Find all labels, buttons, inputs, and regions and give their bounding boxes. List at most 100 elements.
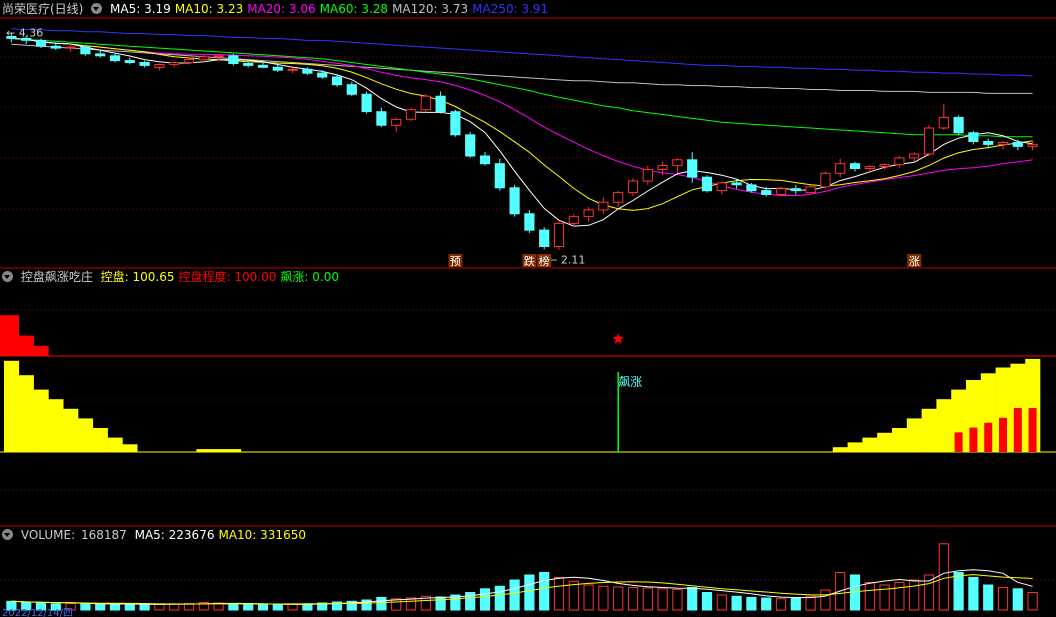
indicator-title: 控盘飙涨吃庄 bbox=[20, 270, 93, 284]
candle-body-5 bbox=[80, 46, 91, 55]
candle-body-32 bbox=[479, 155, 491, 165]
indicator-panel-header: 控盘飙涨吃庄 控盘: 100.65 控盘程度: 100.00 飙涨: 0.00 bbox=[2, 269, 347, 285]
red-signal-bar-68 bbox=[1013, 408, 1022, 452]
volume-bar-27 bbox=[405, 597, 417, 611]
volume-bar-7 bbox=[109, 603, 121, 611]
red-signal-bar-66 bbox=[984, 422, 993, 452]
volume-bar-51 bbox=[761, 597, 772, 611]
candle-body-69 bbox=[1027, 143, 1038, 147]
volume-bar-32 bbox=[479, 588, 491, 611]
marker-text-3: 涨 bbox=[909, 255, 920, 268]
volume-bar-45 bbox=[672, 589, 683, 611]
volume-bar-48 bbox=[716, 594, 727, 611]
volume-bar-53 bbox=[790, 597, 801, 611]
ma-legend-item-2: MA20: 3.06 bbox=[247, 2, 316, 16]
volume-bar-10 bbox=[154, 604, 165, 611]
ma-legend-item-1: MA10: 3.23 bbox=[174, 2, 244, 16]
indicator-legend-item-0: 控盘: 100.65 bbox=[100, 270, 175, 284]
volume-bar-54 bbox=[805, 595, 816, 611]
ma-legend-item-4: MA120: 3.73 bbox=[392, 2, 469, 16]
volume-bar-55 bbox=[820, 589, 831, 611]
candle-body-33 bbox=[494, 163, 505, 189]
candle-body-36 bbox=[539, 229, 550, 248]
marker-text-2: 榜 bbox=[539, 254, 550, 268]
candle-body-50 bbox=[746, 184, 757, 192]
candle-body-40 bbox=[598, 201, 609, 211]
volume-bar-50 bbox=[746, 597, 757, 611]
kongpan-bar-1 bbox=[18, 375, 34, 452]
volume-bar-65 bbox=[968, 577, 979, 611]
candle-body-17 bbox=[257, 64, 269, 68]
kongpan-bar-60 bbox=[892, 428, 908, 452]
volume-bar-67 bbox=[997, 587, 1009, 611]
candle-body-19 bbox=[287, 68, 298, 71]
ma250-line bbox=[11, 28, 1033, 77]
volume-legend-item-0: MA5: 223676 bbox=[134, 528, 215, 542]
candle-body-21 bbox=[317, 72, 328, 78]
kongpan-bar-3 bbox=[48, 399, 64, 452]
candle-body-3 bbox=[50, 45, 61, 49]
volume-bar-42 bbox=[627, 587, 639, 611]
volume-bar-16 bbox=[243, 604, 254, 611]
volume-bar-40 bbox=[598, 585, 609, 611]
volume-legend-item-1: MA10: 331650 bbox=[218, 528, 306, 542]
candle-body-35 bbox=[524, 213, 535, 231]
volume-legend: MA5: 223676 MA10: 331650 bbox=[135, 528, 310, 542]
candle-body-26 bbox=[391, 118, 402, 126]
candle-body-39 bbox=[583, 209, 594, 218]
candle-body-60 bbox=[894, 157, 905, 166]
indicator-toggle-icon[interactable] bbox=[2, 271, 13, 282]
candle-body-15 bbox=[228, 55, 239, 64]
candle-body-34 bbox=[509, 187, 520, 215]
candle-body-14 bbox=[213, 55, 224, 58]
kongpan-bar-59 bbox=[877, 432, 893, 452]
control-degree-bar-1 bbox=[18, 335, 34, 356]
volume-bar-69 bbox=[1027, 592, 1038, 611]
candle-body-28 bbox=[420, 95, 431, 111]
main-panel-header: 尚荣医疗(日线) MA5: 3.19 MA10: 3.23 MA20: 3.06 MA… bbox=[2, 1, 556, 17]
candle-body-57 bbox=[849, 163, 861, 169]
collapse-toggle-icon[interactable] bbox=[91, 3, 103, 14]
volume-bar-52 bbox=[775, 598, 787, 611]
volume-bar-33 bbox=[494, 585, 505, 611]
volume-bar-62 bbox=[923, 574, 935, 611]
kongpan-bar-61 bbox=[906, 418, 922, 452]
volume-bar-34 bbox=[509, 579, 520, 611]
candle-body-47 bbox=[701, 176, 713, 192]
volume-bar-63 bbox=[938, 543, 949, 611]
ma-legend-item-3: MA60: 3.28 bbox=[319, 2, 389, 16]
stock-chart[interactable]: ← 4.36 ← 2.11 预 跌榜 涨飙涨 2022/12/14/四 bbox=[0, 0, 1056, 617]
red-signal-bar-67 bbox=[999, 417, 1007, 452]
candle-body-27 bbox=[405, 109, 417, 120]
ma10-line bbox=[11, 37, 1033, 211]
candle-body-48 bbox=[716, 182, 727, 192]
kongpan-bar-8 bbox=[122, 444, 138, 452]
candle-body-62 bbox=[923, 127, 935, 155]
candle-body-10 bbox=[154, 64, 165, 68]
ma-legend-item-0: MA5: 3.19 bbox=[110, 2, 171, 16]
volume-bar-39 bbox=[583, 584, 594, 611]
volume-bar-49 bbox=[731, 595, 742, 611]
kongpan-bar-2 bbox=[33, 389, 49, 452]
candle-body-46 bbox=[687, 159, 698, 178]
candle-body-64 bbox=[953, 116, 964, 134]
candle-body-63 bbox=[938, 116, 949, 129]
candle-body-59 bbox=[879, 164, 890, 168]
candle-body-42 bbox=[627, 180, 639, 194]
candle-body-53 bbox=[790, 188, 801, 192]
marker-text-0: 预 bbox=[450, 255, 461, 268]
marker-text-1: 跌 bbox=[524, 254, 535, 268]
candle-body-52 bbox=[775, 188, 787, 195]
volume-panel-header: VOLUME: 168187 MA5: 223676 MA10: 331650 bbox=[2, 527, 314, 543]
volume-bar-9 bbox=[139, 604, 150, 611]
kongpan-bar-56 bbox=[832, 447, 848, 452]
high-price-label: ← 4.36 bbox=[6, 27, 43, 40]
candle-body-45 bbox=[672, 159, 683, 167]
volume-bar-18 bbox=[272, 604, 283, 611]
volume-bar-6 bbox=[95, 604, 106, 611]
volume-bar-58 bbox=[864, 582, 875, 611]
volume-toggle-icon[interactable] bbox=[2, 529, 13, 540]
ma-legend-item-5: MA250: 3.91 bbox=[472, 2, 549, 16]
candle-body-6 bbox=[95, 53, 106, 57]
candle-body-56 bbox=[835, 163, 846, 174]
